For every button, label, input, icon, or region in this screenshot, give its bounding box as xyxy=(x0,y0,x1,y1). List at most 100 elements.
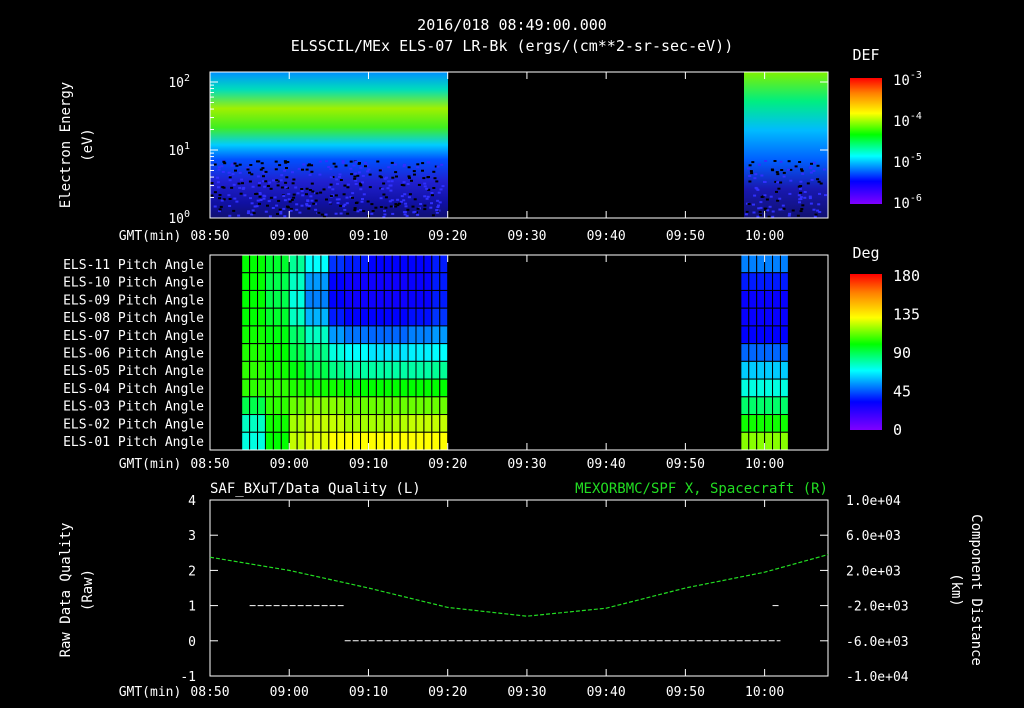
line-frame xyxy=(209,499,829,677)
pitch-cell xyxy=(399,254,409,274)
noise-speck xyxy=(745,210,749,213)
pitch-cell xyxy=(748,431,758,451)
noise-speck xyxy=(342,193,346,196)
noise-speck xyxy=(780,169,784,171)
pitch-cell xyxy=(257,360,266,380)
noise-speck xyxy=(342,205,346,208)
pitch-cell xyxy=(312,343,322,362)
pitch-cell xyxy=(407,378,417,398)
line-title-left: SAF_BXuT/Data Quality (L) xyxy=(210,481,421,497)
pitch-cell xyxy=(391,378,401,398)
pitch-cell xyxy=(367,396,377,416)
pitch-cell xyxy=(383,325,393,345)
noise-speck xyxy=(362,193,366,196)
pitch-cell xyxy=(328,396,338,416)
noise-speck xyxy=(788,212,792,215)
noise-speck xyxy=(210,194,214,197)
noise-speck xyxy=(250,173,254,176)
quality-ytick-label-0: 4 xyxy=(188,494,196,509)
noise-speck xyxy=(368,173,372,176)
noise-speck xyxy=(361,174,365,177)
pitch-cell xyxy=(257,378,266,398)
pitch-cell xyxy=(320,431,330,451)
noise-speck xyxy=(776,181,780,184)
noise-speck xyxy=(441,185,445,188)
noise-speck xyxy=(343,208,347,211)
noise-speck xyxy=(374,206,378,209)
noise-speck xyxy=(391,212,395,215)
pitch-cell xyxy=(415,272,425,291)
noise-speck xyxy=(814,213,818,216)
noise-speck xyxy=(344,164,348,167)
noise-speck xyxy=(803,196,807,199)
noise-speck xyxy=(308,173,312,176)
noise-speck xyxy=(421,169,424,172)
pitch-cell xyxy=(756,272,766,291)
pitch-cell xyxy=(360,414,369,433)
pitch-cell xyxy=(779,289,789,309)
noise-speck xyxy=(816,164,820,167)
noise-speck xyxy=(310,182,314,185)
def-colorbar: DEF 10-3 10-4 10-5 10-6 xyxy=(850,46,922,212)
pitch-cell xyxy=(764,289,774,309)
noise-speck xyxy=(210,182,214,185)
pitch-cell xyxy=(764,396,774,416)
noise-speck xyxy=(351,196,354,199)
noise-speck xyxy=(798,201,801,204)
noise-speck xyxy=(255,205,259,208)
noise-speck xyxy=(295,208,299,211)
noise-speck xyxy=(268,181,272,184)
pitch-cell xyxy=(756,307,766,327)
noise-speck xyxy=(416,166,420,169)
pitch-cell xyxy=(367,343,377,362)
noise-speck xyxy=(433,177,437,180)
noise-speck xyxy=(300,188,304,190)
pitch-cell xyxy=(352,378,362,398)
noise-speck xyxy=(246,212,250,215)
pitch-cell xyxy=(336,378,346,398)
noise-speck xyxy=(787,168,790,171)
pitch-cell xyxy=(367,378,377,398)
noise-speck xyxy=(799,180,803,183)
noise-speck xyxy=(243,194,247,197)
noise-speck xyxy=(343,184,347,187)
noise-speck xyxy=(773,160,777,162)
noise-speck xyxy=(437,204,440,207)
noise-speck xyxy=(404,202,408,205)
pitch-cell xyxy=(336,325,346,345)
pitch-cell xyxy=(296,343,306,362)
noise-speck xyxy=(305,187,309,190)
pitch-cell xyxy=(407,360,417,380)
time-label-p1-7: 10:00 xyxy=(745,229,784,244)
noise-speck xyxy=(769,195,773,198)
pitch-cell xyxy=(399,431,409,451)
pitch-cell xyxy=(344,325,354,345)
time-label-p3-0: 08:50 xyxy=(190,685,229,700)
noise-speck xyxy=(361,198,364,200)
noise-speck xyxy=(266,204,269,207)
def-colorbar-label-1: 10-4 xyxy=(893,111,922,130)
pitch-cell xyxy=(740,343,750,362)
pitch-cell xyxy=(312,431,322,451)
pitch-row-label-10: ELS-01 Pitch Angle xyxy=(63,435,204,450)
noise-speck xyxy=(771,169,775,172)
noise-speck xyxy=(361,181,364,184)
noise-speck xyxy=(327,166,331,168)
pitch-cell xyxy=(328,254,338,274)
noise-speck xyxy=(310,199,314,202)
noise-speck xyxy=(412,170,416,173)
noise-speck xyxy=(394,205,398,208)
noise-speck xyxy=(216,176,220,179)
noise-speck xyxy=(438,201,442,204)
pitch-cell xyxy=(391,254,401,274)
pitch-cell xyxy=(423,272,433,291)
noise-speck xyxy=(748,180,752,183)
noise-speck xyxy=(237,182,241,185)
pitch-cell xyxy=(748,396,758,416)
time-label-p1-5: 09:40 xyxy=(587,229,626,244)
noise-speck xyxy=(319,191,323,194)
noise-speck xyxy=(292,196,296,199)
pitch-cell xyxy=(241,396,251,416)
quality-ytick-label-3: 1 xyxy=(188,600,196,615)
noise-speck xyxy=(427,176,430,178)
